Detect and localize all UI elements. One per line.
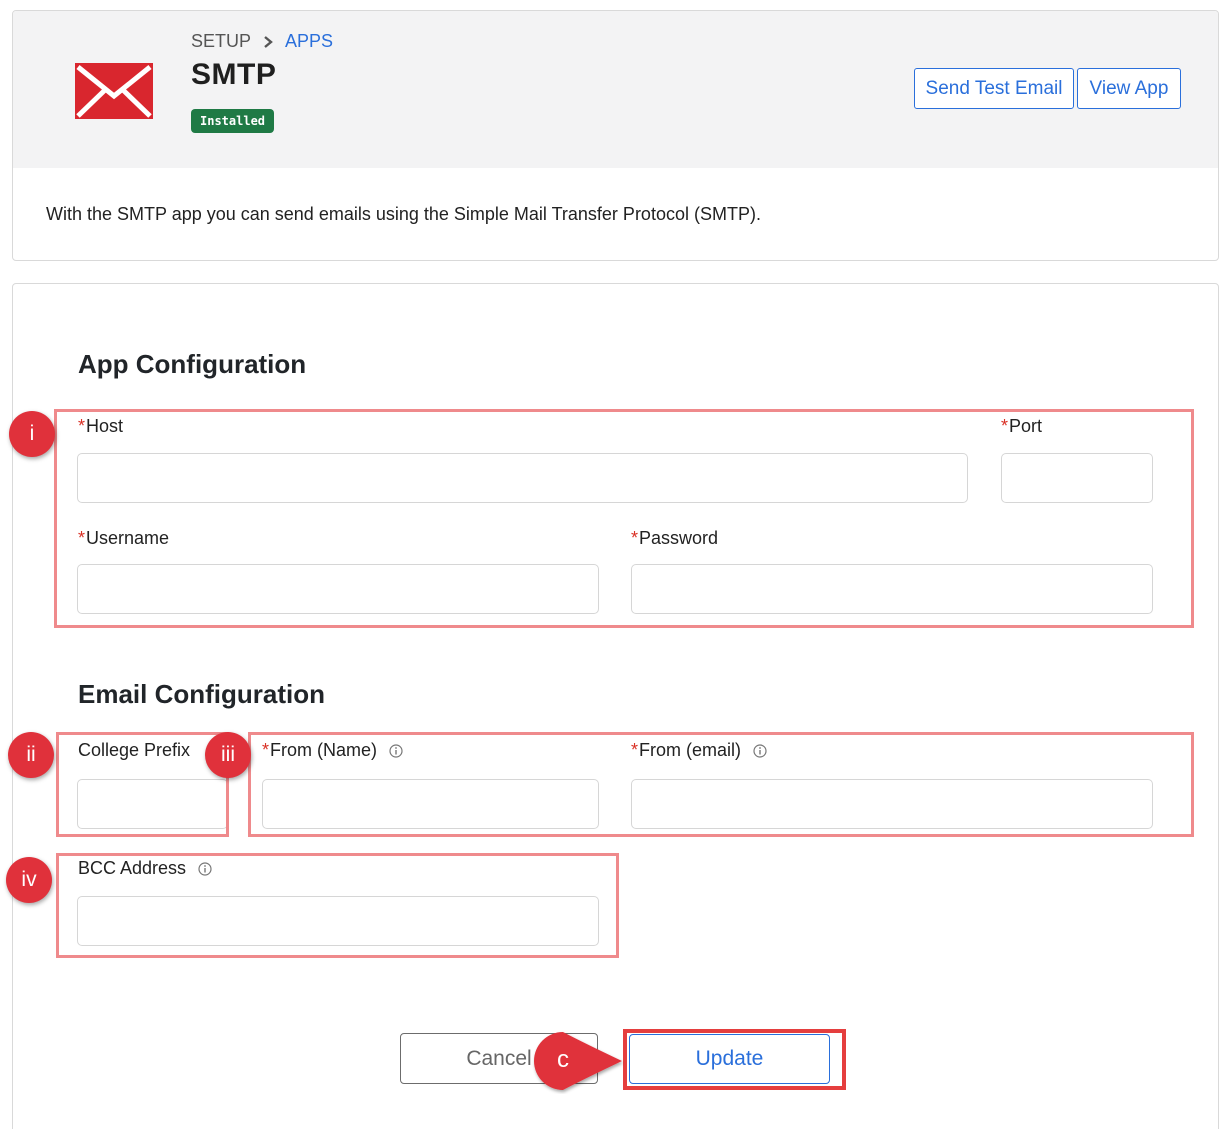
highlight-box-app-config <box>54 409 1194 628</box>
annotation-callout-label: c <box>557 1046 569 1073</box>
annotation-marker-iv: iv <box>6 857 52 903</box>
mail-envelope-icon <box>75 63 153 119</box>
send-test-email-button[interactable]: Send Test Email <box>914 68 1074 109</box>
page-title: SMTP <box>191 58 277 91</box>
breadcrumb-setup[interactable]: SETUP <box>191 31 251 52</box>
breadcrumb-apps[interactable]: APPS <box>285 31 333 52</box>
annotation-marker-i: i <box>9 411 55 457</box>
highlight-box-bcc <box>56 853 619 958</box>
chevron-right-icon <box>264 35 273 48</box>
app-configuration-title: App Configuration <box>78 349 307 379</box>
breadcrumb: SETUP APPS <box>191 31 333 52</box>
status-badge: Installed <box>191 109 275 133</box>
annotation-marker-iii: iii <box>205 732 251 778</box>
app-description: With the SMTP app you can send emails us… <box>46 204 761 224</box>
view-app-button[interactable]: View App <box>1077 68 1181 109</box>
app-header-card: SETUP APPS SMTP Installed Send Test Emai… <box>12 10 1219 261</box>
email-configuration-title: Email Configuration <box>78 679 325 709</box>
highlight-box-college-prefix <box>56 732 229 837</box>
update-button[interactable]: Update <box>629 1034 830 1084</box>
annotation-marker-ii: ii <box>8 732 54 778</box>
highlight-box-from <box>248 732 1194 837</box>
